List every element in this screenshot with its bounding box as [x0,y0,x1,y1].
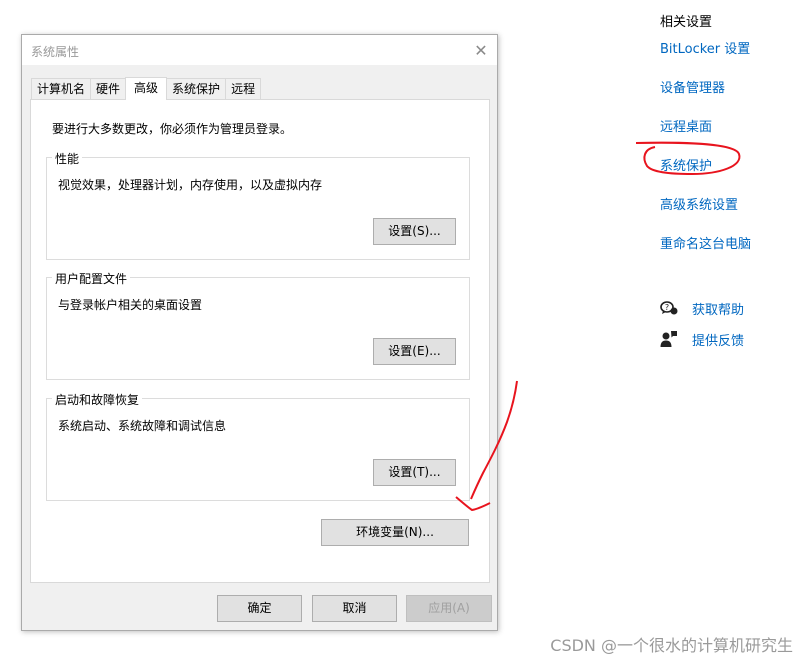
dialog-titlebar: 系统属性 ✕ [22,35,497,65]
advanced-system-settings-link[interactable]: 高级系统设置 [660,194,800,213]
user-profiles-description: 与登录帐户相关的桌面设置 [58,298,203,312]
tab-advanced[interactable]: 高级 [125,77,168,100]
environment-variables-button[interactable]: 环境变量(N)... [321,519,469,546]
advanced-tab-panel: 要进行大多数更改，你必须作为管理员登录。 性能 视觉效果，处理器计划，内存使用，… [30,99,490,583]
tab-system-protection[interactable]: 系统保护 [166,78,227,99]
startup-recovery-description: 系统启动、系统故障和调试信息 [58,419,227,433]
tab-hardware[interactable]: 硬件 [90,78,127,99]
performance-group-title: 性能 [52,150,83,167]
remote-desktop-link[interactable]: 远程桌面 [660,116,800,135]
startup-recovery-group-title: 启动和故障恢复 [52,391,143,408]
user-profiles-group-title: 用户配置文件 [52,270,131,287]
performance-description: 视觉效果，处理器计划，内存使用，以及虚拟内存 [58,178,323,192]
startup-recovery-settings-button[interactable]: 设置(T)... [373,459,456,486]
dialog-title: 系统属性 [31,45,80,59]
get-help-link[interactable]: 获取帮助 [692,299,744,318]
admin-notice: 要进行大多数更改，你必须作为管理员登录。 [52,122,293,136]
device-manager-link[interactable]: 设备管理器 [660,77,800,96]
related-settings-title: 相关设置 [660,15,713,30]
help-chat-icon: ? [660,299,680,317]
user-profiles-settings-button[interactable]: 设置(E)... [373,338,456,365]
ok-button[interactable]: 确定 [217,595,302,622]
csdn-watermark: CSDN @一个很水的计算机研究生 [550,636,793,655]
rename-pc-link[interactable]: 重命名这台电脑 [660,233,800,252]
startup-recovery-group: 启动和故障恢复 系统启动、系统故障和调试信息 设置(T)... [46,391,470,501]
bitlocker-settings-link[interactable]: BitLocker 设置 [660,38,800,57]
system-protection-link[interactable]: 系统保护 [660,155,800,174]
cancel-button[interactable]: 取消 [312,595,397,622]
tab-computer-name[interactable]: 计算机名 [31,78,92,99]
feedback-person-icon [660,330,680,348]
system-properties-dialog: 系统属性 ✕ 计算机名 硬件 高级 系统保护 远程 要进行大多数更改，你必须作为… [21,34,498,631]
performance-settings-button[interactable]: 设置(S)... [373,218,456,245]
apply-button[interactable]: 应用(A) [406,595,492,622]
close-button[interactable]: ✕ [467,37,495,63]
feedback-row[interactable]: 提供反馈 [660,329,800,349]
tab-remote[interactable]: 远程 [225,78,262,99]
svg-text:?: ? [665,303,669,312]
close-icon: ✕ [474,40,488,60]
get-help-row[interactable]: ? 获取帮助 [660,298,800,318]
feedback-link[interactable]: 提供反馈 [692,330,744,349]
tab-strip: 计算机名 硬件 高级 系统保护 远程 [31,77,262,100]
performance-group: 性能 视觉效果，处理器计划，内存使用，以及虚拟内存 设置(S)... [46,150,470,260]
user-profiles-group: 用户配置文件 与登录帐户相关的桌面设置 设置(E)... [46,270,470,380]
